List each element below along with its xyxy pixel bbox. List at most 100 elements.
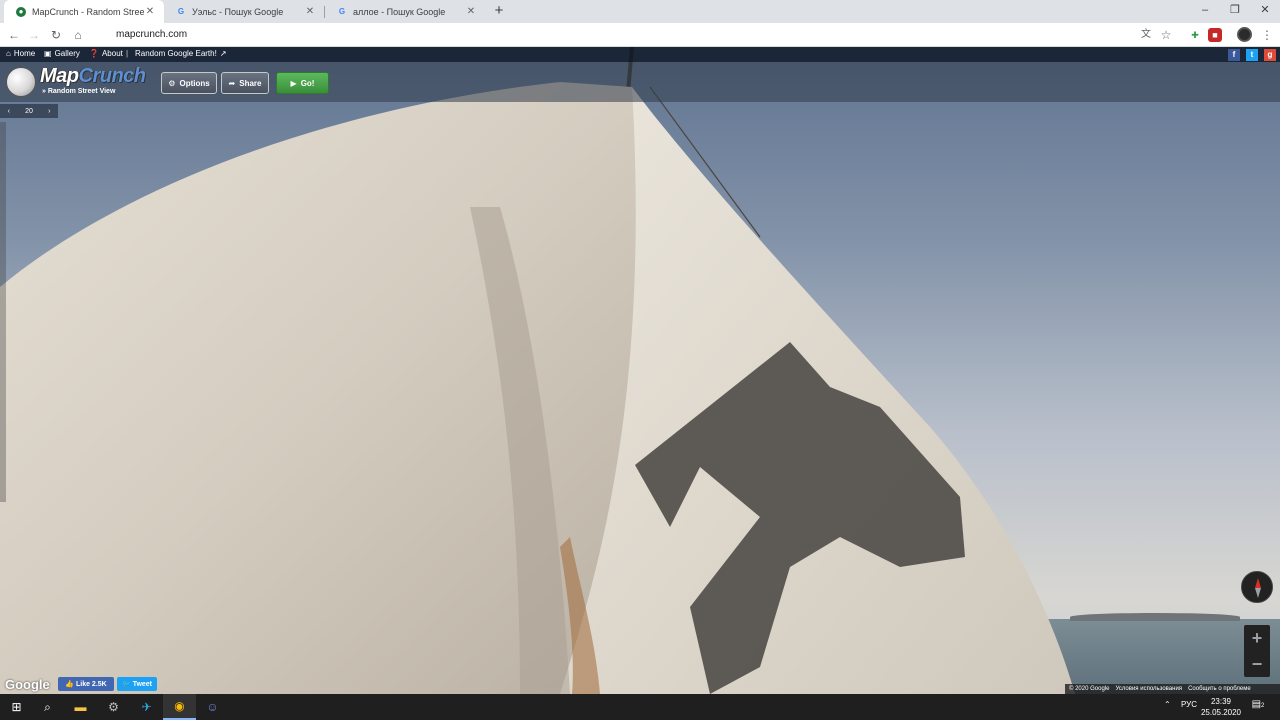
bookmark-star-icon[interactable]: ☆ <box>1157 26 1175 44</box>
nav-home[interactable]: ⌂ Home <box>6 49 35 58</box>
chrome-icon[interactable]: ◉ <box>163 694 196 720</box>
file-explorer-icon[interactable]: ▬ <box>64 694 97 720</box>
options-button[interactable]: ⚙ Options <box>161 72 217 94</box>
zoom-in-button[interactable]: + <box>1244 625 1270 651</box>
url-text: mapcrunch.com <box>116 29 188 40</box>
share-label: Share <box>239 78 262 88</box>
clock-date: 25.05.2020 <box>1200 708 1242 717</box>
mapcrunch-globe-icon: ● <box>16 6 26 17</box>
telegram-icon[interactable]: ✈ <box>130 694 163 720</box>
system-clock[interactable]: 23:39 25.05.2020 <box>1198 696 1244 718</box>
nav-random-earth[interactable]: Random Google Earth! ↗ <box>135 49 227 58</box>
street-view-panorama[interactable] <box>0 47 1280 694</box>
google-g-icon: G <box>338 7 346 16</box>
windows-taskbar: ⊞ ⌕ ▬ ⚙ ✈ ◉ ☺ ⌃ РУС 23:39 25.05.2020 ▤2 <box>0 694 1280 720</box>
site-header: MapCrunch » Random Street View ⚙ Options … <box>0 62 1280 102</box>
tweet-label: Tweet <box>132 680 153 688</box>
mapcrunch-globe-icon[interactable] <box>6 67 36 97</box>
chevron-up-icon[interactable]: ⌃ <box>1164 700 1171 709</box>
report-problem-link[interactable]: Сообщить о проблеме <box>1188 686 1251 692</box>
address-bar[interactable]: mapcrunch.com <box>102 25 1192 45</box>
google-plus-icon[interactable]: g <box>1264 49 1276 61</box>
close-window-button[interactable]: ✕ <box>1250 0 1280 23</box>
map-attribution: © 2020 Google Условия использования Сооб… <box>1065 684 1280 694</box>
options-label: Options <box>179 78 210 88</box>
profile-avatar[interactable] <box>1237 27 1252 42</box>
discord-icon[interactable]: ☺ <box>196 694 229 720</box>
windows-start-icon[interactable]: ⊞ <box>0 694 33 720</box>
twitter-icon[interactable]: t <box>1246 49 1258 61</box>
back-icon[interactable]: ← <box>5 26 23 44</box>
nav-random-earth-label: Random Google Earth! <box>135 49 217 58</box>
tab-mapcrunch[interactable]: ● MapCrunch - Random Street View ✕ <box>4 0 164 23</box>
compass-needle <box>1255 578 1261 598</box>
tab-alloe-search[interactable]: G аллое - Пошук Google ✕ <box>325 0 485 23</box>
zoom-controls: + − <box>1244 625 1270 677</box>
twitter-bird-icon: 🐦 <box>121 681 131 688</box>
home-icon: ⌂ <box>6 49 11 58</box>
close-icon[interactable]: ✕ <box>144 6 156 17</box>
share-arrow-icon: ➦ <box>228 78 236 88</box>
logo-map-text: Map <box>40 65 79 87</box>
nav-gallery-label: Gallery <box>54 49 80 58</box>
site-logo[interactable]: MapCrunch <box>40 65 146 88</box>
copyright-text: © 2020 Google <box>1069 686 1110 692</box>
home-icon[interactable]: ⌂ <box>69 26 87 44</box>
tab-wales-search[interactable]: G Уэльс - Пошук Google ✕ <box>164 0 324 23</box>
chevron-right-icon[interactable]: › <box>48 108 50 115</box>
minimize-button[interactable]: – <box>1190 0 1220 23</box>
thumbs-up-icon: 👍 <box>65 681 74 688</box>
new-tab-button[interactable]: + <box>490 2 508 20</box>
logo-crunch-text: Crunch <box>78 65 147 87</box>
maximize-button[interactable]: ❐ <box>1220 0 1250 23</box>
image-icon: ▣ <box>44 49 52 58</box>
extension-icon[interactable]: ✚ <box>1188 28 1202 42</box>
gears-icon: ⚙ <box>168 78 176 88</box>
terms-link[interactable]: Условия использования <box>1115 686 1182 692</box>
close-icon[interactable]: ✕ <box>304 6 316 17</box>
tab-title: Уэльс - Пошук Google <box>192 6 284 17</box>
tab-title: MapCrunch - Random Street View <box>32 6 144 17</box>
tweet-button[interactable]: 🐦 Tweet <box>117 677 157 691</box>
nav-about-label: About <box>101 49 123 58</box>
zoom-value: 20 <box>25 107 33 115</box>
translate-icon[interactable]: 文 <box>1137 26 1155 44</box>
nav-separator: | <box>126 49 129 58</box>
notification-count: 2 <box>1261 703 1265 709</box>
info-icon: ❓ <box>89 49 99 58</box>
facebook-icon[interactable]: f <box>1228 49 1240 61</box>
adblock-extension-icon[interactable]: ■ <box>1208 28 1222 42</box>
notification-icon: ▤ <box>1251 699 1262 710</box>
google-logo: Google <box>5 677 50 692</box>
menu-kebab-icon[interactable]: ⋮ <box>1258 26 1276 44</box>
fb-like-label: Like 2.5K <box>75 680 107 688</box>
forward-icon[interactable]: → <box>25 26 43 44</box>
browser-tabstrip: ● MapCrunch - Random Street View ✕ G Уэл… <box>0 0 1280 23</box>
facebook-like-button[interactable]: 👍 Like 2.5K <box>58 677 114 691</box>
street-view-page: ⌂ Home ▣ Gallery ❓ About | Random Google Ea… <box>0 47 1280 694</box>
language-indicator[interactable]: РУС <box>1181 700 1197 709</box>
nav-gallery[interactable]: ▣ Gallery <box>44 49 80 58</box>
logo-subtitle: » Random Street View <box>42 88 116 95</box>
go-label: Go! <box>300 78 315 88</box>
play-icon: ▶ <box>290 78 297 88</box>
notification-center[interactable]: ▤2 <box>1250 699 1266 715</box>
google-g-icon: G <box>177 7 185 16</box>
tab-title: аллое - Пошук Google <box>353 6 446 17</box>
chevron-left-icon[interactable]: ‹ <box>8 108 10 115</box>
clock-time: 23:39 <box>1210 697 1232 706</box>
compass-icon[interactable] <box>1241 571 1273 603</box>
share-button[interactable]: ➦ Share <box>221 72 269 94</box>
nav-about[interactable]: ❓ About <box>89 49 123 58</box>
reload-icon[interactable]: ↻ <box>47 26 65 44</box>
go-button[interactable]: ▶ Go! <box>276 72 329 94</box>
external-link-icon: ↗ <box>219 49 227 58</box>
site-topnav: ⌂ Home ▣ Gallery ❓ About | Random Google Ea… <box>0 47 1280 62</box>
search-icon[interactable]: ⌕ <box>31 694 64 720</box>
app-icon[interactable]: ⚙ <box>97 694 130 720</box>
zoom-out-button[interactable]: − <box>1244 651 1270 677</box>
zoom-bar: ‹ 20 › <box>0 104 58 118</box>
nav-home-label: Home <box>13 49 36 58</box>
side-panel-handle[interactable] <box>0 122 6 502</box>
close-icon[interactable]: ✕ <box>465 6 477 17</box>
